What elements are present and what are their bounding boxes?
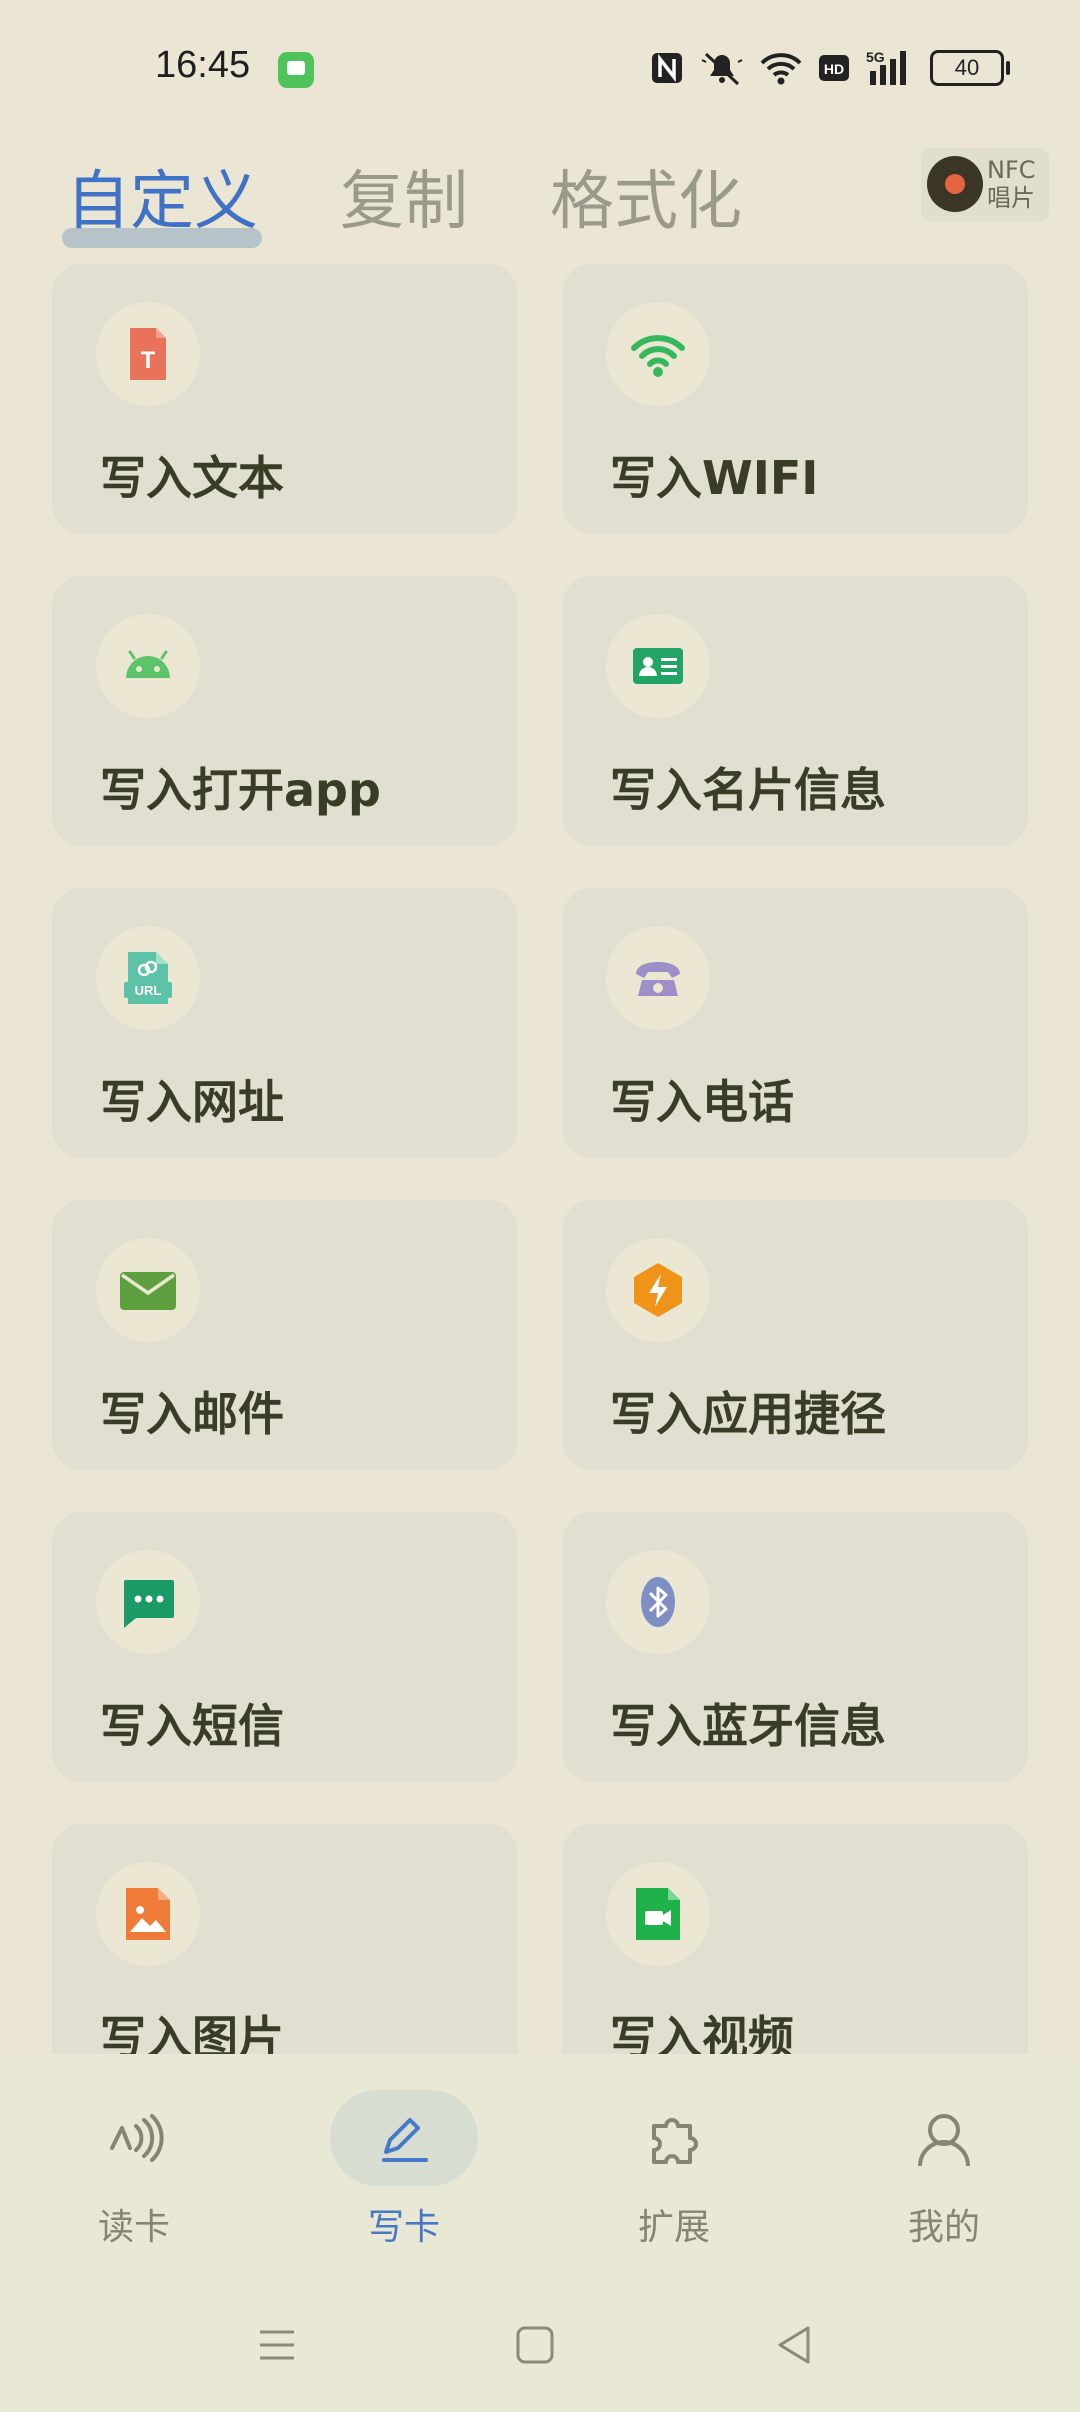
nav-label: 写卡 xyxy=(367,2207,440,2248)
nfc-read-icon xyxy=(110,2114,164,2162)
card-write-sms[interactable]: 写入短信 xyxy=(52,1512,518,1782)
nav-icon-wrap xyxy=(60,2090,208,2186)
image-file-icon xyxy=(126,1888,170,1940)
card-label: 写入视频 xyxy=(610,2011,794,2054)
icon-circle xyxy=(606,926,710,1030)
nav-label: 扩展 xyxy=(637,2207,710,2248)
write-options-grid: T 写入文本 写入WIFI 写入打开app 写入名片信息 URL 写入网址 写入… xyxy=(52,264,1028,2054)
status-icons: HD 5G 40 xyxy=(650,46,1010,90)
wifi-icon xyxy=(760,53,802,85)
card-label: 写入蓝牙信息 xyxy=(610,1699,886,1753)
bluetooth-icon xyxy=(641,1577,675,1627)
card-label: 写入网址 xyxy=(100,1075,284,1129)
shortcut-bolt-icon xyxy=(634,1263,682,1317)
card-write-video[interactable]: 写入视频 xyxy=(562,1824,1028,2054)
card-write-email[interactable]: 写入邮件 xyxy=(52,1200,518,1470)
nfc-record-button[interactable]: NFC 唱片 xyxy=(921,148,1049,222)
nav-icon-wrap xyxy=(330,2090,478,2186)
bottom-nav: 读卡 写卡 扩展 我的 xyxy=(0,2054,1080,2282)
card-label: 写入邮件 xyxy=(100,1387,284,1441)
card-label: 写入图片 xyxy=(100,2011,284,2054)
icon-circle xyxy=(606,614,710,718)
card-write-text[interactable]: T 写入文本 xyxy=(52,264,518,534)
svg-text:URL: URL xyxy=(135,983,162,998)
back-icon[interactable] xyxy=(774,2324,814,2366)
nfc-record-label-line2: 唱片 xyxy=(987,184,1035,212)
icon-circle: URL xyxy=(96,926,200,1030)
card-label: 写入名片信息 xyxy=(610,763,886,817)
icon-circle xyxy=(606,1238,710,1342)
card-write-contact[interactable]: 写入名片信息 xyxy=(562,576,1028,846)
status-time: 16:45 xyxy=(155,44,251,86)
message-app-icon xyxy=(278,52,314,88)
system-nav-bar xyxy=(0,2282,1080,2412)
status-bar: 16:45 HD 5G 40 xyxy=(0,0,1080,130)
url-icon: URL xyxy=(124,952,172,1004)
icon-circle xyxy=(96,1862,200,1966)
battery-icon: 40 xyxy=(930,50,1010,86)
nav-icon-wrap xyxy=(600,2090,748,2186)
wifi-icon xyxy=(631,335,685,377)
card-label: 写入文本 xyxy=(100,451,284,505)
sms-icon xyxy=(124,1580,174,1628)
card-label: 写入电话 xyxy=(610,1075,794,1129)
nfc-record-label-line1: NFC xyxy=(987,156,1036,184)
card-label: 写入应用捷径 xyxy=(610,1387,886,1441)
nav-profile[interactable]: 我的 xyxy=(864,2090,1024,2250)
card-write-phone[interactable]: 写入电话 xyxy=(562,888,1028,1158)
card-label: 写入短信 xyxy=(100,1699,284,1753)
icon-circle xyxy=(96,1550,200,1654)
card-write-image[interactable]: 写入图片 xyxy=(52,1824,518,2054)
card-label: 写入WIFI xyxy=(610,451,819,505)
card-write-app-shortcut[interactable]: 写入应用捷径 xyxy=(562,1200,1028,1470)
icon-circle xyxy=(96,614,200,718)
icon-circle xyxy=(96,1238,200,1342)
mail-icon xyxy=(120,1272,176,1310)
icon-circle xyxy=(606,1862,710,1966)
icon-circle xyxy=(606,302,710,406)
card-write-wifi[interactable]: 写入WIFI xyxy=(562,264,1028,534)
tab-copy[interactable]: 复制 xyxy=(340,150,468,242)
tab-format[interactable]: 格式化 xyxy=(550,150,742,242)
card-write-bluetooth[interactable]: 写入蓝牙信息 xyxy=(562,1512,1028,1782)
nav-read-card[interactable]: 读卡 xyxy=(54,2090,214,2250)
puzzle-icon xyxy=(652,2118,698,2164)
nav-icon-wrap xyxy=(870,2090,1018,2186)
nav-extensions[interactable]: 扩展 xyxy=(594,2090,754,2250)
tab-custom[interactable]: 自定义 xyxy=(62,150,262,248)
icon-circle: T xyxy=(96,302,200,406)
nfc-icon xyxy=(652,53,682,83)
vinyl-record-icon xyxy=(927,156,983,212)
mute-icon xyxy=(701,52,743,86)
top-tabs: 自定义 复制 格式化 xyxy=(62,142,824,248)
menu-icon[interactable] xyxy=(256,2324,298,2366)
svg-text:T: T xyxy=(141,347,156,374)
pen-icon xyxy=(382,2118,428,2162)
hd-icon: HD xyxy=(819,55,849,81)
nav-label: 读卡 xyxy=(97,2207,170,2248)
signal-5g-icon: 5G xyxy=(866,49,906,85)
home-icon[interactable] xyxy=(515,2324,555,2366)
android-icon xyxy=(126,650,170,678)
contact-card-icon xyxy=(633,648,683,684)
profile-icon xyxy=(918,2114,970,2167)
nfc-record-label: NFC 唱片 xyxy=(987,156,1036,212)
card-write-url[interactable]: URL 写入网址 xyxy=(52,888,518,1158)
svg-text:5G: 5G xyxy=(866,49,885,65)
card-write-open-app[interactable]: 写入打开app xyxy=(52,576,518,846)
nav-write-card[interactable]: 写卡 xyxy=(324,2090,484,2250)
phone-icon xyxy=(636,962,680,996)
video-file-icon xyxy=(636,1888,680,1940)
card-label: 写入打开app xyxy=(100,763,381,817)
svg-text:HD: HD xyxy=(824,61,844,77)
text-file-icon: T xyxy=(130,328,166,380)
nav-label: 我的 xyxy=(907,2207,980,2248)
icon-circle xyxy=(606,1550,710,1654)
